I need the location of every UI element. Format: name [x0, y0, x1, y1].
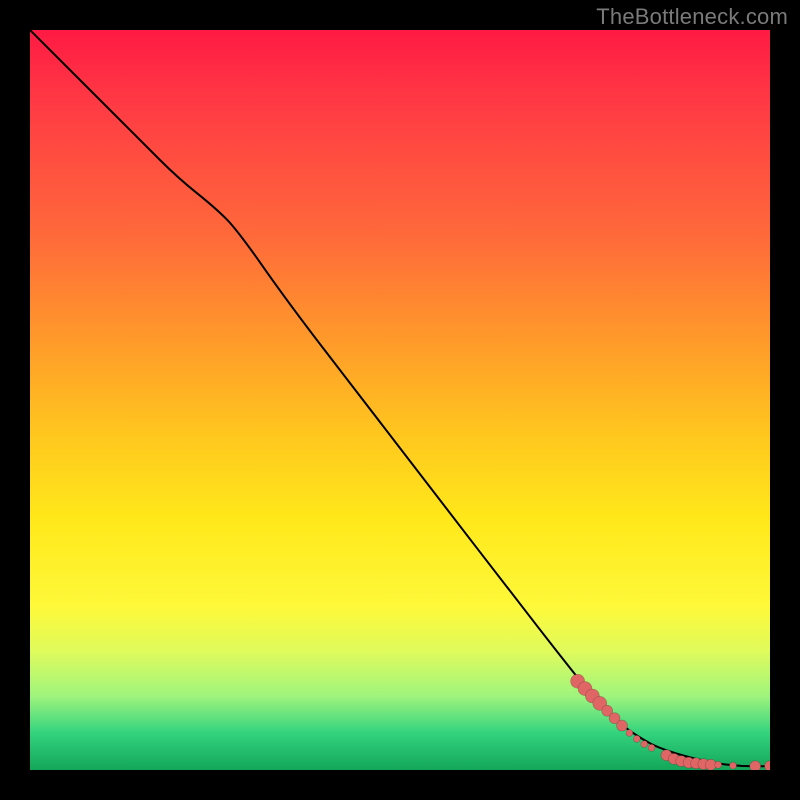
chart-stage: TheBottleneck.com	[0, 0, 800, 800]
data-marker	[765, 761, 771, 770]
data-marker	[750, 761, 761, 770]
data-marker	[641, 741, 648, 748]
data-marker	[633, 735, 640, 742]
watermark-label: TheBottleneck.com	[596, 4, 788, 30]
data-marker	[617, 720, 628, 731]
data-marker	[715, 761, 722, 768]
data-marker	[626, 730, 633, 737]
marker-group	[571, 674, 770, 770]
bottleneck-curve	[30, 30, 770, 766]
data-marker	[648, 744, 655, 751]
data-marker	[730, 762, 737, 769]
plot-area	[30, 30, 770, 770]
chart-svg	[30, 30, 770, 770]
